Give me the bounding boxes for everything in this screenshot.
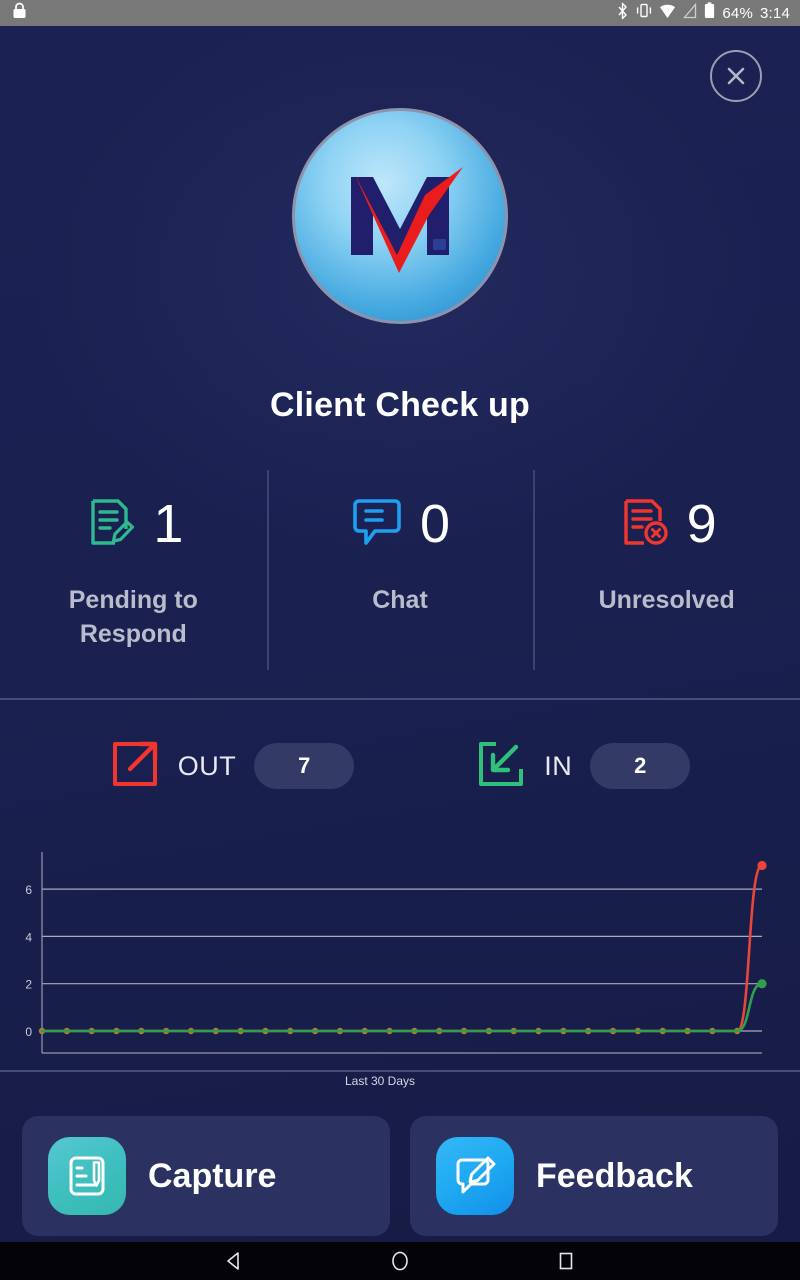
stat-pending-to-respond[interactable]: 1 Pending to Respond bbox=[0, 466, 267, 698]
capture-icon bbox=[48, 1137, 126, 1215]
feedback-label: Feedback bbox=[536, 1156, 693, 1195]
logo-mark bbox=[351, 167, 463, 273]
home-icon bbox=[392, 1251, 408, 1271]
stat-value: 0 bbox=[419, 494, 451, 554]
feedback-icon bbox=[436, 1137, 514, 1215]
status-bar: 64% 3:14 bbox=[0, 0, 800, 26]
document-error-icon bbox=[617, 495, 671, 554]
close-icon bbox=[727, 67, 745, 85]
chart-x-label: Last 30 Days bbox=[344, 1074, 416, 1088]
capture-label: Capture bbox=[148, 1156, 277, 1195]
in-label: IN bbox=[544, 750, 573, 781]
home-button[interactable] bbox=[376, 1242, 424, 1280]
svg-text:2: 2 bbox=[25, 978, 32, 992]
stats-row: 1 Pending to Respond 0 Chat 9 Unresolved bbox=[0, 466, 800, 698]
wifi-icon bbox=[659, 3, 676, 24]
arrow-out-icon bbox=[110, 739, 160, 794]
recents-icon bbox=[559, 1252, 573, 1270]
arrow-in-icon bbox=[476, 739, 526, 794]
action-buttons: Capture Feedback bbox=[0, 1116, 800, 1236]
phone-screen: 64% 3:14 Client Check up 1 Pending to Re… bbox=[0, 0, 800, 1280]
vibrate-icon bbox=[636, 2, 652, 24]
battery-level: 64% bbox=[722, 4, 753, 22]
clock: 3:14 bbox=[760, 4, 790, 22]
back-icon bbox=[227, 1252, 239, 1270]
stat-label: Unresolved bbox=[598, 586, 735, 614]
document-edit-icon bbox=[83, 495, 137, 554]
chart-canvas: 0 2 4 6 bbox=[25, 852, 767, 1054]
in-count-badge: 2 bbox=[590, 743, 691, 789]
svg-text:6: 6 bbox=[25, 883, 32, 897]
chat-bubble-icon bbox=[350, 497, 404, 552]
android-nav-bar bbox=[0, 1242, 800, 1280]
feedback-button[interactable]: Feedback bbox=[410, 1116, 778, 1236]
svg-text:4: 4 bbox=[25, 930, 32, 944]
out-group[interactable]: OUT 7 bbox=[110, 739, 355, 794]
stat-value: 9 bbox=[686, 494, 717, 554]
page-title: Client Check up bbox=[270, 386, 530, 424]
divider-stats bbox=[0, 698, 800, 700]
detail-card: Client Check up 1 Pending to Respond 0 C… bbox=[0, 26, 800, 1242]
inout-row: OUT 7 IN 2 bbox=[0, 726, 800, 806]
back-button[interactable] bbox=[210, 1242, 258, 1280]
out-count-badge: 7 bbox=[254, 743, 355, 789]
recents-button[interactable] bbox=[542, 1242, 590, 1280]
stat-chat[interactable]: 0 Chat bbox=[266, 466, 534, 698]
out-label: OUT bbox=[177, 750, 237, 781]
logo-container bbox=[0, 108, 800, 324]
stat-value: 1 bbox=[153, 494, 184, 554]
battery-icon bbox=[704, 2, 715, 24]
trend-chart: 0 2 4 6 Last 30 Days bbox=[0, 846, 800, 1096]
stat-unresolved[interactable]: 9 Unresolved bbox=[533, 466, 800, 698]
svg-text:0: 0 bbox=[25, 1025, 32, 1039]
stat-label: Pending to Respond bbox=[68, 586, 198, 648]
close-button[interactable] bbox=[710, 50, 762, 102]
lock-icon bbox=[12, 2, 27, 24]
signal-icon bbox=[683, 2, 697, 24]
stat-label: Chat bbox=[372, 586, 428, 614]
divider-actions bbox=[0, 1070, 800, 1072]
capture-button[interactable]: Capture bbox=[22, 1116, 390, 1236]
app-logo bbox=[292, 108, 508, 324]
in-group[interactable]: IN 2 bbox=[476, 739, 691, 794]
bluetooth-icon bbox=[616, 2, 629, 25]
